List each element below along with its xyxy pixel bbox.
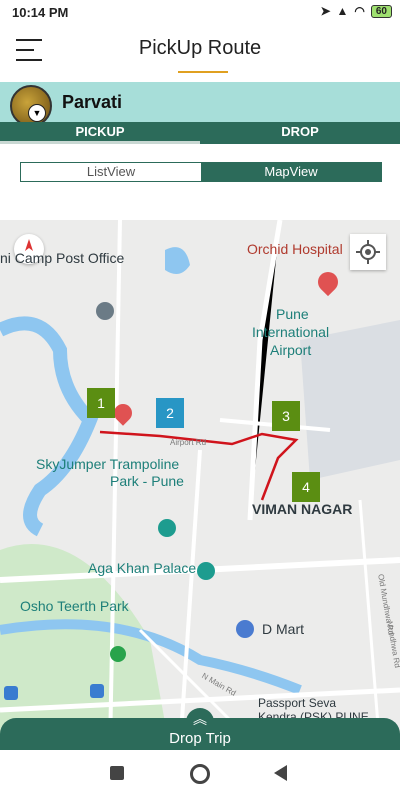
wifi-icon: ◠: [354, 4, 365, 18]
mapview-button[interactable]: MapView: [201, 163, 381, 181]
status-bar: 10:14 PM ➤ ▲ ◠ 60: [0, 0, 400, 25]
map-label-skyjumper-1: SkyJumper Trampoline: [36, 456, 180, 472]
park-icon[interactable]: [158, 519, 176, 537]
battery-icon: 60: [370, 4, 392, 18]
driver-bar: ▼ Parvati: [0, 82, 400, 127]
map-label-airport-1: Pune: [276, 306, 309, 322]
recents-icon[interactable]: [110, 766, 124, 780]
crosshair-icon: [356, 240, 380, 264]
map-label-dmart: D Mart: [262, 621, 304, 637]
chevron-up-icon[interactable]: ︽: [186, 708, 214, 730]
signal-icon: ▲: [336, 4, 349, 18]
listview-button[interactable]: ListView: [21, 163, 201, 181]
home-icon[interactable]: [190, 764, 210, 784]
map-label-aga-khan: Aga Khan Palace: [88, 560, 197, 576]
drop-trip-button[interactable]: ︽ Drop Trip: [0, 708, 400, 750]
status-icons: ➤ ▲ ◠ 60: [320, 4, 392, 18]
map-view[interactable]: ni Camp Post Office Orchid Hospital Pune…: [0, 220, 400, 750]
tab-drop[interactable]: DROP: [200, 122, 400, 144]
tree-icon[interactable]: [110, 646, 126, 662]
shopping-cart-icon[interactable]: [236, 620, 254, 638]
route-marker-2[interactable]: 2: [156, 398, 184, 428]
map-label-orchid: Orchid Hospital: [247, 241, 343, 257]
museum-icon[interactable]: [197, 562, 215, 580]
train-icon[interactable]: [4, 686, 18, 700]
driver-name: Parvati: [62, 92, 123, 112]
drop-trip-label: Drop Trip: [169, 730, 231, 747]
title-underline: [178, 71, 228, 73]
train-icon-2[interactable]: [90, 684, 104, 698]
location-icon: ➤: [320, 4, 331, 18]
page-title: PickUp Route: [138, 37, 262, 59]
status-time: 10:14 PM: [12, 5, 69, 20]
map-canvas: [0, 220, 400, 750]
dropdown-icon[interactable]: ▼: [28, 104, 46, 122]
route-marker-1[interactable]: 1: [87, 388, 115, 418]
system-nav-bar: [0, 750, 400, 800]
map-label-skyjumper-2: Park - Pune: [110, 473, 184, 489]
map-label-viman-nagar: VIMAN NAGAR: [252, 501, 353, 517]
map-label-airport-rd: Airport Rd: [170, 438, 207, 447]
poi-postoffice-icon[interactable]: [96, 302, 114, 320]
my-location-button[interactable]: [350, 234, 386, 270]
map-label-osho: Osho Teerth Park: [20, 598, 129, 614]
map-label-airport-3: Airport: [270, 342, 312, 358]
route-marker-4[interactable]: 4: [292, 472, 320, 502]
map-label-airport-2: International: [252, 324, 330, 340]
map-label-camp-post: ni Camp Post Office: [0, 250, 125, 266]
route-marker-3[interactable]: 3: [272, 401, 300, 431]
tab-pickup[interactable]: PICKUP: [0, 122, 200, 144]
map-label-passport-1: Passport Seva: [258, 696, 337, 710]
app-header: PickUp Route: [0, 25, 400, 80]
view-toggle: ListView MapView: [20, 162, 382, 182]
back-icon[interactable]: [274, 765, 287, 781]
tab-bar: PICKUP DROP: [0, 122, 400, 144]
